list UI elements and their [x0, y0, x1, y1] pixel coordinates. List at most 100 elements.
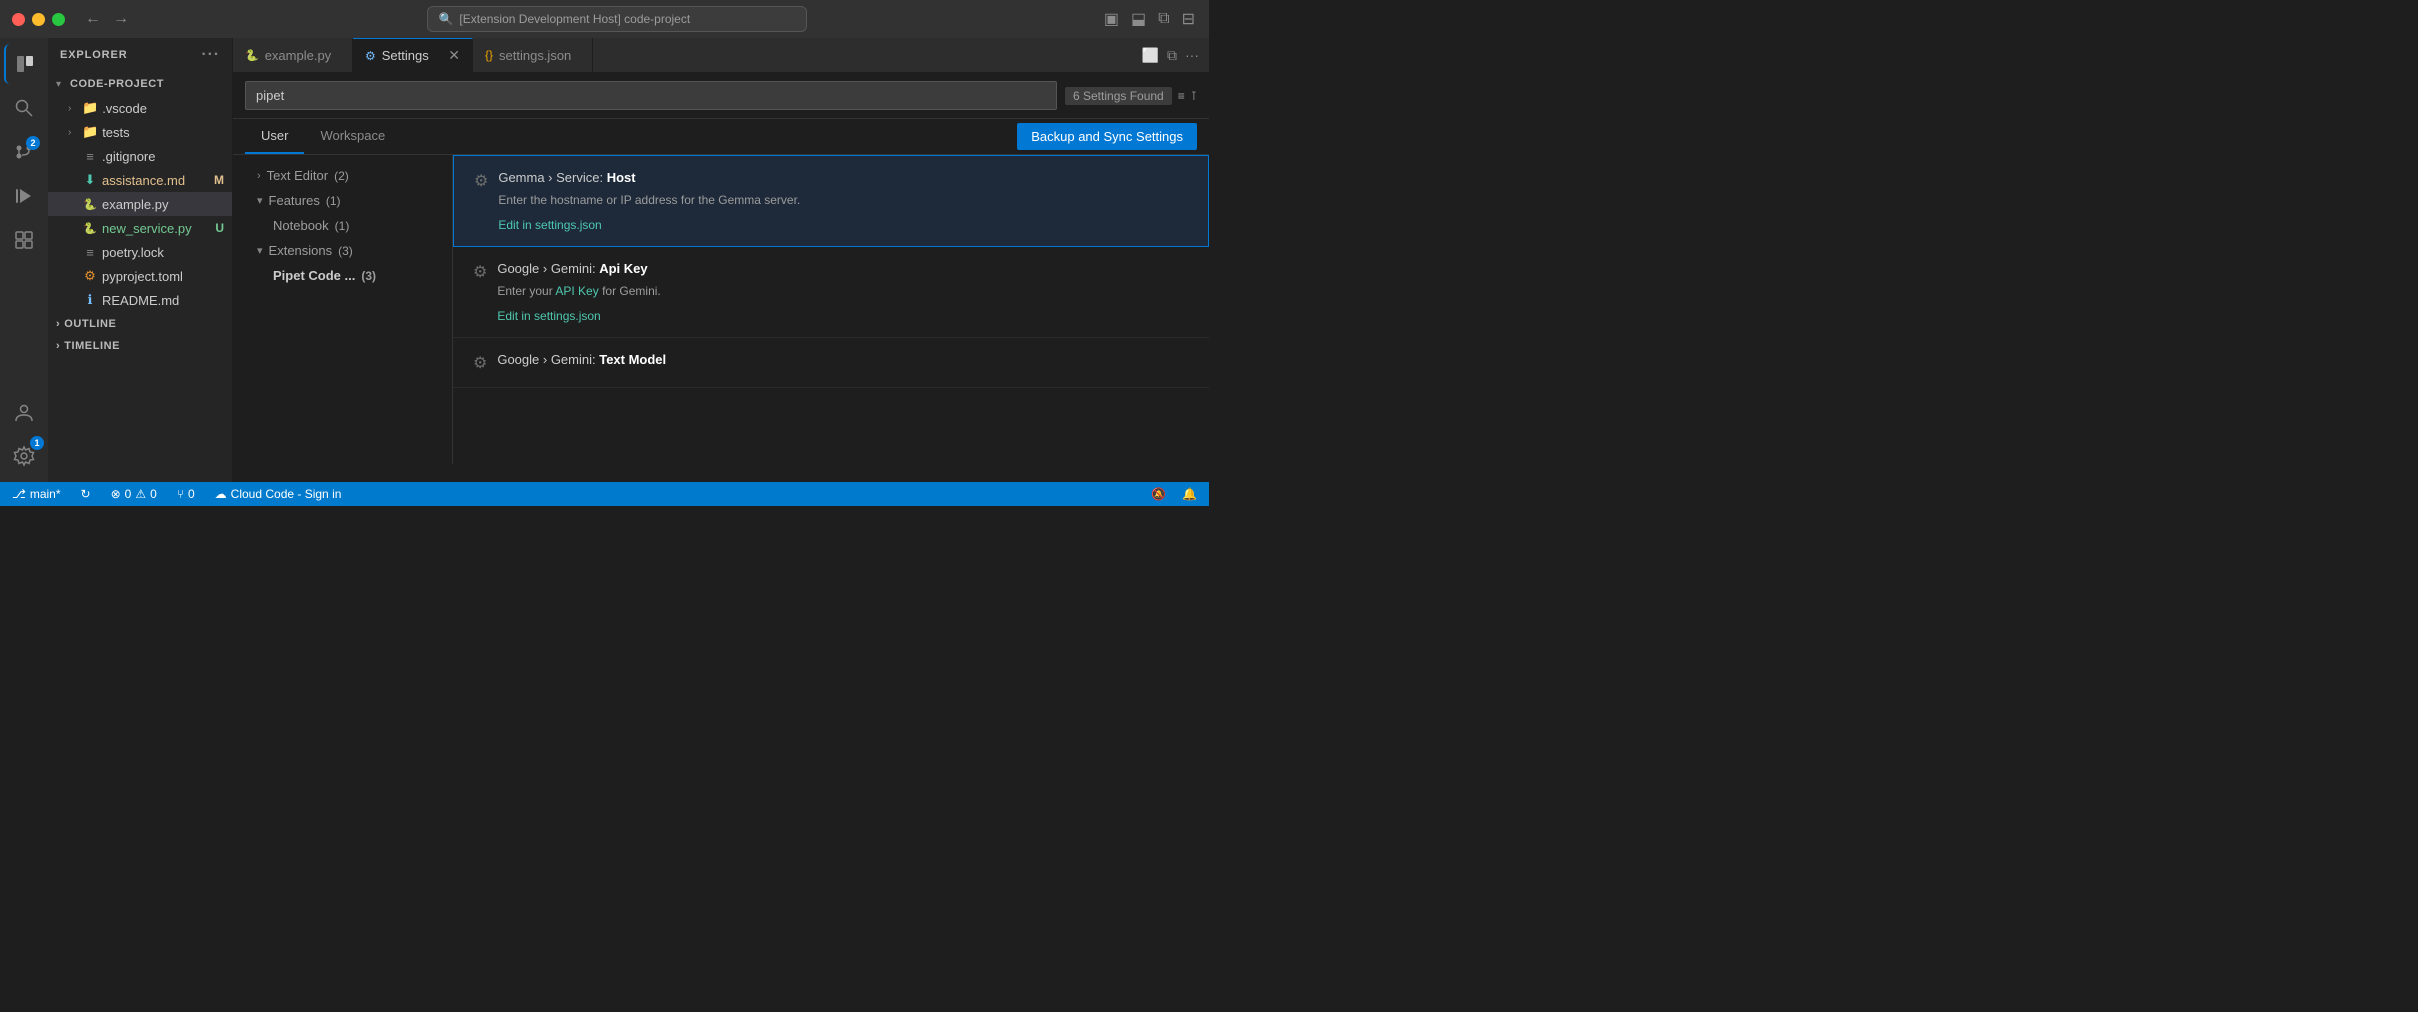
edit-settings-link[interactable]: Edit in settings.json: [498, 218, 601, 232]
tab-bar-right: ⬜ ⧉ ···: [1132, 38, 1209, 72]
port-count: 0: [188, 487, 195, 501]
list-item[interactable]: › ⬇ assistance.md M: [48, 168, 232, 192]
outline-section[interactable]: › OUTLINE: [48, 312, 232, 334]
nav-count: (3): [338, 244, 353, 258]
list-item[interactable]: › 📁 tests: [48, 120, 232, 144]
back-button[interactable]: ←: [81, 9, 105, 29]
edit-settings-link[interactable]: Edit in settings.json: [497, 309, 600, 323]
tab-user[interactable]: User: [245, 119, 304, 154]
list-item[interactable]: › ≡ poetry.lock: [48, 240, 232, 264]
command-palette[interactable]: 🔍 [Extension Development Host] code-proj…: [427, 6, 807, 32]
status-errors[interactable]: ⊗ 0 ⚠ 0: [107, 482, 161, 506]
tab-close-button[interactable]: ✕: [448, 47, 460, 64]
tab-example-py[interactable]: 🐍 example.py: [233, 38, 353, 72]
list-item[interactable]: › ≡ .gitignore: [48, 144, 232, 168]
modified-badge: M: [214, 173, 224, 187]
list-item[interactable]: › ⚙ pyproject.toml: [48, 264, 232, 288]
setting-description: Enter the hostname or IP address for the…: [498, 191, 1188, 209]
title-bar-right: ▣ ⬓ ⧉ ⊟: [1102, 7, 1197, 31]
nav-item-pipet-code[interactable]: Pipet Code ... (3): [233, 263, 452, 288]
list-item[interactable]: › 🐍 example.py: [48, 192, 232, 216]
settings-search-input[interactable]: [245, 81, 1057, 110]
backup-sync-button[interactable]: Backup and Sync Settings: [1017, 123, 1197, 150]
status-sync[interactable]: ↻: [77, 482, 95, 506]
sidebar-item-extensions[interactable]: [4, 220, 44, 260]
project-name: CODE-PROJECT: [70, 78, 164, 90]
nav-label: Features: [269, 193, 320, 208]
nav-item-text-editor[interactable]: › Text Editor (2): [233, 163, 452, 188]
no-bell-icon: 🔕: [1151, 487, 1166, 501]
close-button[interactable]: [12, 13, 25, 26]
sidebar-item-explorer[interactable]: [4, 44, 44, 84]
tab-settings[interactable]: ⚙ Settings ✕: [353, 38, 473, 72]
nav-item-notebook[interactable]: Notebook (1): [233, 213, 452, 238]
sidebar-item-account[interactable]: [4, 392, 44, 432]
sync-icon: ↻: [81, 487, 91, 501]
warning-count: 0: [150, 487, 157, 501]
sidebar-toggle[interactable]: ▣: [1102, 7, 1121, 31]
setting-title: Google › Gemini: Api Key: [497, 261, 1189, 276]
status-branch[interactable]: ⎇ main*: [8, 482, 65, 506]
setting-item-gemini-api-key[interactable]: ⚙ Google › Gemini: Api Key Enter your AP…: [453, 247, 1209, 338]
settings-found-count: 6 Settings Found ≡ ⊺: [1065, 87, 1197, 105]
command-palette-text: [Extension Development Host] code-projec…: [459, 12, 690, 26]
setting-title: Google › Gemini: Text Model: [497, 352, 1189, 367]
sidebar-actions[interactable]: ···: [201, 46, 220, 64]
file-name: tests: [102, 125, 129, 140]
sidebar-item-settings[interactable]: 1: [4, 436, 44, 476]
customize-layout[interactable]: ⊟: [1180, 7, 1197, 31]
nav-label: Text Editor: [267, 168, 328, 183]
nav-label: Extensions: [269, 243, 333, 258]
gear-icon: ⚙: [473, 262, 487, 282]
tab-label: example.py: [265, 48, 331, 63]
sidebar-item-source-control[interactable]: 2: [4, 132, 44, 172]
main-layout: 2: [0, 38, 1209, 482]
status-cloud[interactable]: ☁ Cloud Code - Sign in: [211, 482, 346, 506]
sidebar-item-search[interactable]: [4, 88, 44, 128]
status-ports[interactable]: ⑂ 0: [173, 482, 199, 506]
tab-workspace[interactable]: Workspace: [304, 119, 401, 154]
forward-button[interactable]: →: [109, 9, 133, 29]
settings-search-bar: 6 Settings Found ≡ ⊺: [233, 73, 1209, 119]
list-item[interactable]: › ℹ README.md: [48, 288, 232, 312]
split-editor[interactable]: ⧉: [1156, 8, 1171, 30]
list-item[interactable]: › 🐍 new_service.py U: [48, 216, 232, 240]
nav-item-features[interactable]: ▾ Features (1): [233, 188, 452, 213]
filter-icon[interactable]: ⊺: [1191, 89, 1197, 103]
setting-item-gemini-text-model[interactable]: ⚙ Google › Gemini: Text Model: [453, 338, 1209, 388]
api-key-link[interactable]: API Key: [555, 284, 598, 298]
timeline-label: TIMELINE: [64, 340, 120, 352]
folder-icon: 📁: [82, 100, 98, 116]
activity-bar: 2: [0, 38, 48, 482]
more-actions-button[interactable]: ···: [1183, 45, 1201, 65]
open-in-editor-button[interactable]: ⬜: [1140, 45, 1161, 66]
list-item[interactable]: › 📁 .vscode: [48, 96, 232, 120]
warning-icon: ⚠: [135, 487, 146, 501]
minimize-button[interactable]: [32, 13, 45, 26]
editor-area: 🐍 example.py ⚙ Settings ✕ {} settings.js…: [233, 38, 1209, 482]
setting-item-gemma-host[interactable]: ⚙ Gemma › Service: Host Enter the hostna…: [453, 155, 1209, 247]
nav-count: (1): [335, 219, 350, 233]
chevron-down-icon: ▾: [257, 194, 263, 207]
status-notifications[interactable]: 🔔: [1178, 487, 1201, 501]
sort-icon[interactable]: ≡: [1178, 89, 1185, 103]
markdown-icon: ⬇: [82, 172, 98, 188]
panel-toggle[interactable]: ⬓: [1129, 7, 1148, 31]
status-no-bell[interactable]: 🔕: [1147, 487, 1170, 501]
info-icon: ℹ: [82, 292, 98, 308]
gear-icon: ⚙: [473, 353, 487, 373]
nav-count: (1): [326, 194, 341, 208]
chevron-right-icon: ›: [68, 103, 78, 114]
title-bar-center: 🔍 [Extension Development Host] code-proj…: [141, 6, 1094, 32]
nav-item-extensions[interactable]: ▾ Extensions (3): [233, 238, 452, 263]
nav-label: Pipet Code ...: [273, 268, 355, 283]
tab-bar: 🐍 example.py ⚙ Settings ✕ {} settings.js…: [233, 38, 1209, 73]
settings-nav: › Text Editor (2) ▾ Features (1) Noteboo…: [233, 155, 453, 464]
timeline-section[interactable]: › TIMELINE: [48, 334, 232, 356]
project-root[interactable]: ▾ CODE-PROJECT: [48, 72, 232, 96]
split-editor-button[interactable]: ⧉: [1165, 45, 1179, 66]
maximize-button[interactable]: [52, 13, 65, 26]
sidebar-item-run[interactable]: [4, 176, 44, 216]
bell-icon: 🔔: [1182, 487, 1197, 501]
tab-settings-json[interactable]: {} settings.json: [473, 38, 593, 72]
